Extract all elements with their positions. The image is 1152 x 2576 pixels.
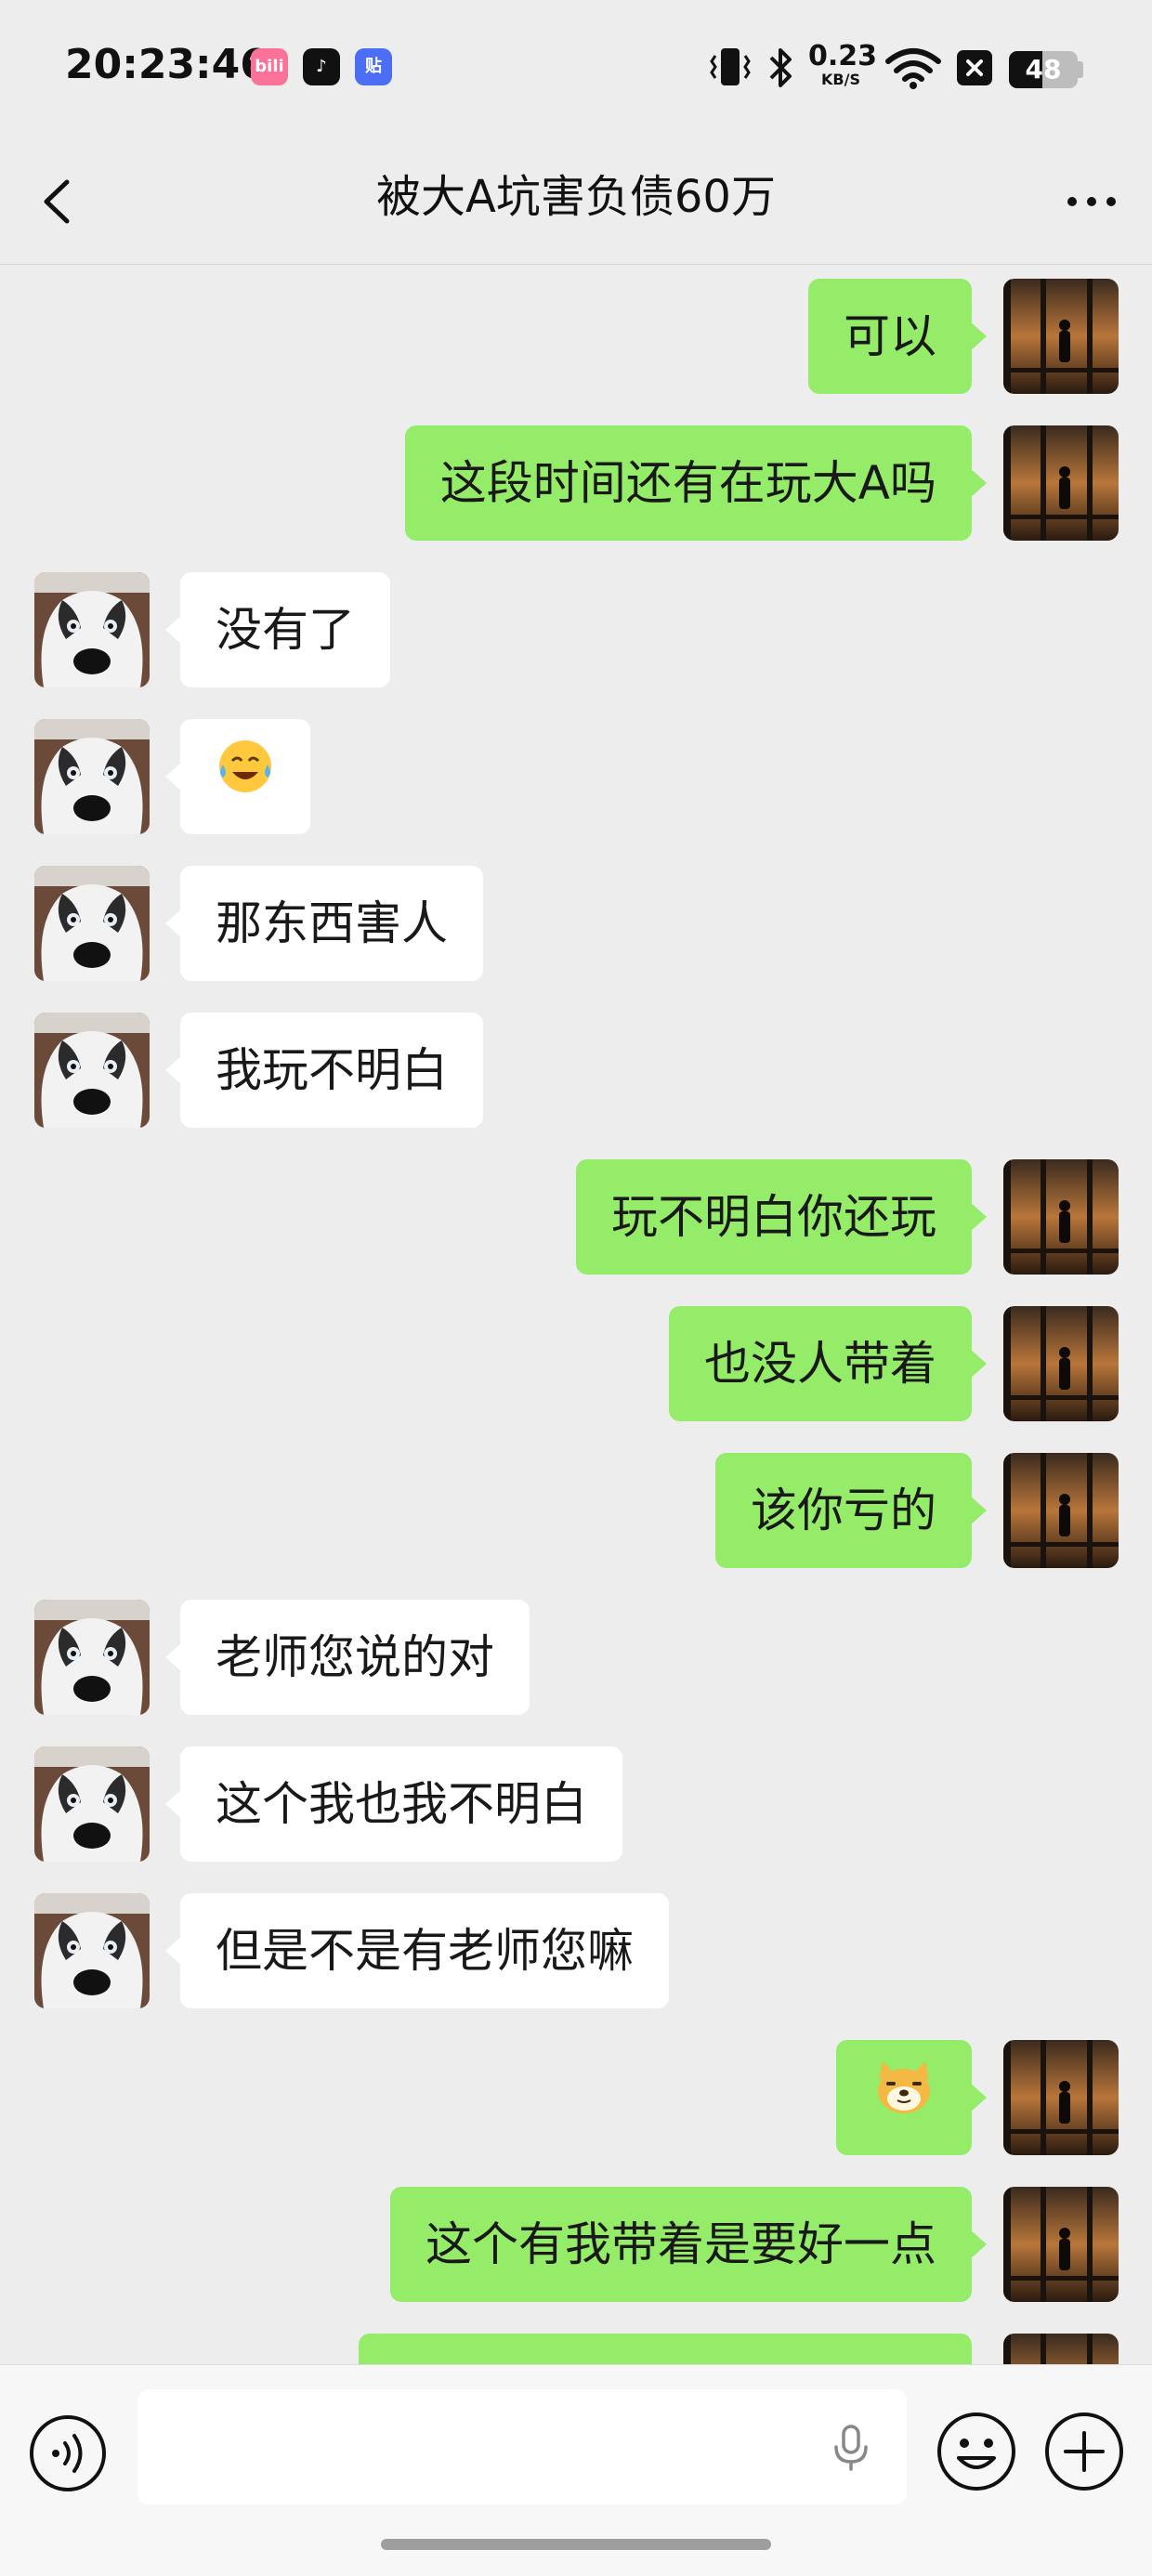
status-time: 20:23:46 — [65, 41, 268, 88]
message-bubble[interactable]: 但是不是有老师您嘛 — [165, 1893, 669, 2008]
message-bubble[interactable] — [836, 2040, 987, 2155]
my-avatar[interactable] — [1003, 1159, 1119, 1275]
emoji-picker-icon[interactable] — [935, 2410, 1018, 2493]
wifi-icon — [885, 48, 941, 89]
incoming-message: 这个我也我不明白 — [0, 1733, 1152, 1862]
message-bubble[interactable]: 该你亏的 — [715, 1453, 987, 1568]
outgoing-message: 该你亏的 — [0, 1439, 1152, 1568]
outgoing-message: 玩不明白你还玩 — [0, 1145, 1152, 1275]
microphone-icon[interactable] — [823, 2419, 879, 2475]
message-text: 这个我也我不明白 — [216, 1777, 587, 1831]
message-bubble[interactable]: 我玩不明白 — [165, 1013, 483, 1128]
voice-mode-icon[interactable] — [28, 2413, 108, 2493]
message-text: 但是不是有老师您嘛 — [216, 1924, 634, 1978]
contact-avatar[interactable] — [34, 572, 150, 687]
message-bubble[interactable]: 老师您说的对 — [165, 1600, 530, 1715]
tiktok-icon: ♪ — [303, 48, 340, 85]
status-bar: 20:23:46 bili ♪ 贴 0.23 KB/S 48 — [0, 0, 1152, 139]
more-options-icon[interactable] — [1050, 169, 1133, 234]
my-avatar[interactable] — [1003, 279, 1119, 394]
incoming-message: 但是不是有老师您嘛 — [0, 1879, 1152, 2008]
incoming-message: 老师您说的对 — [0, 1586, 1152, 1715]
battery-indicator: 48 — [1009, 51, 1078, 88]
chat-title: 被大A坑害负债60万 — [376, 171, 776, 223]
message-bubble[interactable]: 没有了 — [165, 572, 390, 687]
my-avatar[interactable] — [1003, 425, 1119, 541]
message-bubble[interactable]: 这段时间还有在玩大A吗 — [404, 425, 988, 541]
message-text: 那东西害人 — [216, 896, 448, 950]
input-bar — [0, 2364, 1152, 2576]
my-avatar[interactable] — [1003, 2187, 1119, 2302]
outgoing-message: 也没人带着 — [0, 1292, 1152, 1421]
home-indicator[interactable] — [381, 2539, 771, 2550]
doge-face-icon — [871, 2044, 936, 2159]
chat-header: 被大A坑害负债60万 — [0, 139, 1152, 265]
my-avatar[interactable] — [1003, 2040, 1119, 2155]
outgoing-message — [0, 2026, 1152, 2155]
sim-blocked-icon — [957, 50, 992, 85]
message-text: 老师您说的对 — [216, 1630, 494, 1684]
contact-avatar[interactable] — [34, 1600, 150, 1715]
message-bubble[interactable]: 这个有我带着是要好一点 — [390, 2187, 987, 2302]
incoming-message — [0, 705, 1152, 834]
incoming-message: 没有了 — [0, 558, 1152, 687]
outgoing-message: 这段时间还有在玩大A吗 — [0, 412, 1152, 541]
contact-avatar[interactable] — [34, 719, 150, 834]
contact-avatar[interactable] — [34, 866, 150, 981]
add-attachment-icon[interactable] — [1042, 2410, 1126, 2493]
message-bubble[interactable] — [165, 719, 310, 834]
message-text: 这段时间还有在玩大A吗 — [439, 456, 936, 510]
message-bubble[interactable] — [359, 2334, 972, 2364]
contact-avatar[interactable] — [34, 1746, 150, 1862]
message-text: 这个有我带着是要好一点 — [425, 2217, 936, 2271]
message-bubble[interactable]: 也没人带着 — [669, 1306, 987, 1421]
message-bubble[interactable]: 这个我也我不明白 — [165, 1746, 622, 1862]
message-input[interactable] — [137, 2389, 907, 2504]
message-text: 玩不明白你还玩 — [611, 1190, 936, 1244]
message-text: 该你亏的 — [751, 1484, 936, 1537]
my-avatar[interactable] — [1003, 1306, 1119, 1421]
incoming-message: 那东西害人 — [0, 852, 1152, 981]
message-bubble[interactable]: 可以 — [808, 279, 987, 394]
message-text: 也没人带着 — [704, 1337, 936, 1391]
my-avatar[interactable] — [1003, 1453, 1119, 1568]
battery-tip — [1078, 61, 1083, 78]
bluetooth-icon — [769, 48, 792, 87]
contact-avatar[interactable] — [34, 1013, 150, 1128]
message-text: 可以 — [844, 309, 936, 363]
message-list[interactable]: 可以这段时间还有在玩大A吗没有了那东西害人我玩不明白玩不明白你还玩也没人带着该你… — [0, 265, 1152, 2364]
message-bubble[interactable]: 那东西害人 — [165, 866, 483, 981]
my-avatar[interactable] — [1003, 2334, 1119, 2364]
incoming-message: 我玩不明白 — [0, 999, 1152, 1128]
message-bubble[interactable]: 玩不明白你还玩 — [576, 1159, 987, 1275]
message-text: 我玩不明白 — [216, 1043, 448, 1097]
outgoing-message — [0, 2320, 1152, 2364]
message-text: 没有了 — [216, 603, 355, 657]
contact-avatar[interactable] — [34, 1893, 150, 2008]
bilibili-icon: bili — [251, 48, 288, 85]
vibrate-icon — [710, 48, 751, 85]
outgoing-message: 可以 — [0, 265, 1152, 394]
network-speed: 0.23 KB/S — [808, 40, 878, 88]
back-arrow-icon[interactable] — [28, 169, 93, 234]
tears-of-joy-face-icon — [216, 723, 275, 838]
tieba-icon: 贴 — [355, 48, 392, 85]
outgoing-message: 这个有我带着是要好一点 — [0, 2173, 1152, 2302]
